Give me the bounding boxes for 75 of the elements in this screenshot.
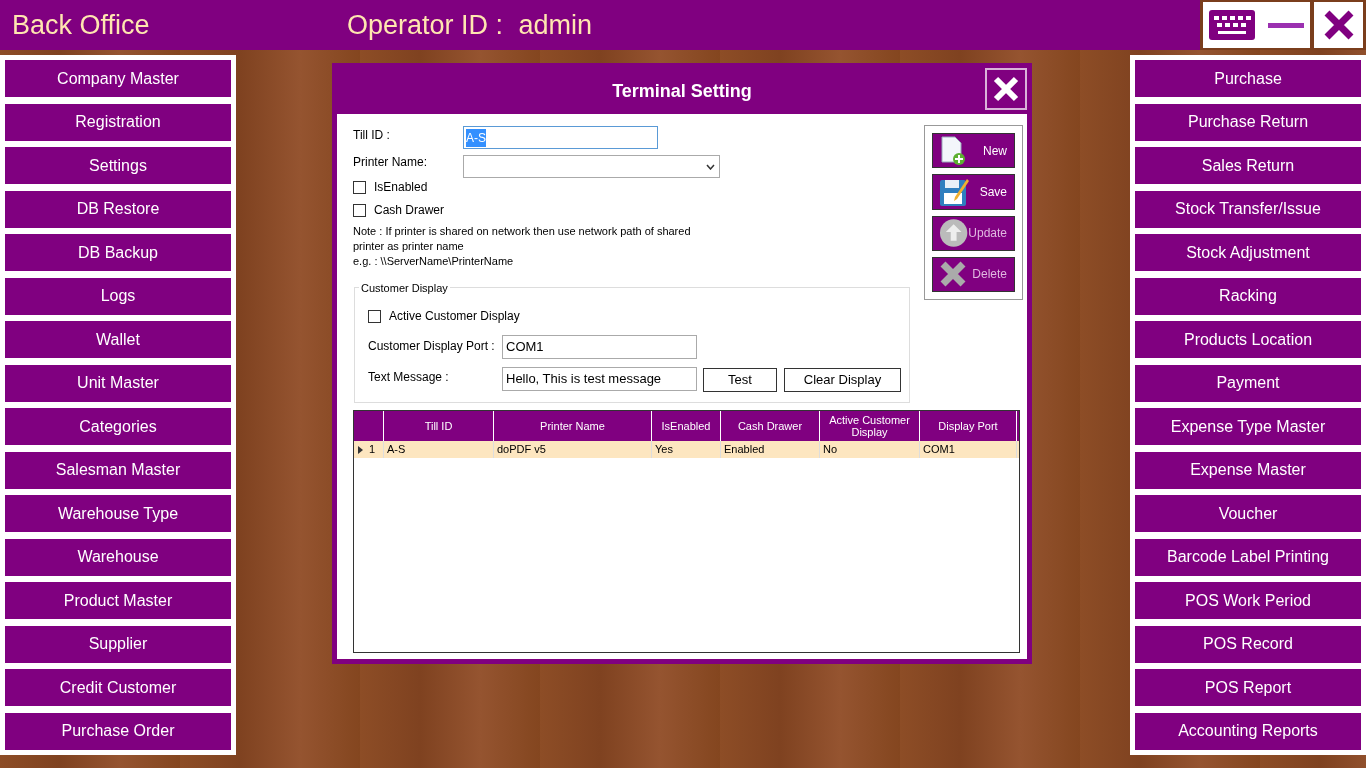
- up-arrow-circle-icon: [939, 218, 969, 249]
- menu-button[interactable]: Wallet: [5, 321, 231, 359]
- menu-button[interactable]: Purchase: [1135, 60, 1361, 97]
- table-cell: COM1: [920, 441, 1017, 458]
- menu-button[interactable]: Voucher: [1135, 495, 1361, 533]
- menu-button[interactable]: Purchase Order: [5, 712, 231, 750]
- operator-name: admin: [518, 8, 593, 42]
- menu-button[interactable]: Accounting Reports: [1135, 712, 1361, 750]
- dialog-title: Terminal Setting: [612, 79, 752, 103]
- app-title: Back Office: [12, 8, 151, 42]
- menu-button[interactable]: DB Backup: [5, 234, 231, 272]
- table-cell: Yes: [652, 441, 721, 458]
- field-label: Text Message :: [368, 369, 449, 386]
- checkbox[interactable]: [353, 203, 366, 217]
- action-button[interactable]: Save: [932, 174, 1015, 210]
- action-button[interactable]: New: [932, 133, 1015, 169]
- close-button[interactable]: [1314, 2, 1363, 48]
- checkbox[interactable]: [353, 180, 366, 194]
- menu-button[interactable]: Barcode Label Printing: [1135, 538, 1361, 576]
- menu-button[interactable]: Logs: [5, 277, 231, 315]
- checkbox-label: Cash Drawer: [374, 202, 445, 219]
- note-text: Note : If printer is shared on network then use network path of shared: [353, 224, 691, 239]
- menu-button[interactable]: Stock Transfer/Issue: [1135, 190, 1361, 228]
- menu-button[interactable]: POS Report: [1135, 669, 1361, 707]
- menu-button[interactable]: POS Record: [1135, 625, 1361, 663]
- note-text: e.g. : \\ServerName\PrinterName: [353, 254, 515, 269]
- checkbox-label: Active Customer Display: [389, 308, 520, 325]
- table-cell: doPDF v5: [494, 441, 652, 458]
- menu-button[interactable]: Expense Master: [1135, 451, 1361, 489]
- menu-button[interactable]: Supplier: [5, 625, 231, 663]
- menu-button[interactable]: Expense Type Master: [1135, 408, 1361, 446]
- menu-button[interactable]: POS Work Period: [1135, 582, 1361, 620]
- table-row[interactable]: 1 A-S doPDF v5 Yes Enabled No COM1: [354, 441, 1019, 458]
- menu-button[interactable]: Warehouse: [5, 538, 231, 576]
- menu-button[interactable]: Products Location: [1135, 321, 1361, 359]
- floppy-pencil-icon: [939, 176, 971, 207]
- menu-button[interactable]: Racking: [1135, 277, 1361, 315]
- table-cell: A-S: [384, 441, 494, 458]
- clear-display-button[interactable]: Clear Display: [784, 368, 901, 392]
- menu-button[interactable]: Company Master: [5, 60, 231, 97]
- menu-button[interactable]: Stock Adjustment: [1135, 234, 1361, 272]
- minimize-icon: [1268, 22, 1304, 28]
- row-number: 1: [369, 442, 376, 458]
- message-field[interactable]: Hello, This is test message: [502, 367, 697, 391]
- menu-button[interactable]: Categories: [5, 408, 231, 446]
- menu-button[interactable]: Registration: [5, 103, 231, 141]
- menu-button[interactable]: Purchase Return: [1135, 103, 1361, 141]
- checkbox-label: IsEnabled: [374, 179, 428, 196]
- x-icon: [939, 260, 967, 289]
- row-pointer-icon: [358, 445, 363, 454]
- menu-button[interactable]: Sales Return: [1135, 147, 1361, 185]
- close-icon: [1322, 9, 1355, 41]
- menu-button[interactable]: Credit Customer: [5, 669, 231, 707]
- table-cell: No: [820, 441, 920, 458]
- port-field[interactable]: COM1: [502, 335, 697, 359]
- operator-label: Operator ID :: [347, 8, 505, 42]
- chevron-down-icon: [706, 163, 715, 170]
- field-label: Customer Display Port :: [368, 338, 495, 355]
- test-button[interactable]: Test: [703, 368, 777, 392]
- menu-button[interactable]: Warehouse Type: [5, 495, 231, 533]
- dialog-close-button[interactable]: [985, 68, 1027, 110]
- keyboard-icon: [1209, 10, 1256, 40]
- menu-button[interactable]: DB Restore: [5, 190, 231, 228]
- menu-button[interactable]: Payment: [1135, 364, 1361, 402]
- checkbox[interactable]: [368, 309, 381, 323]
- table-cell: Enabled: [721, 441, 820, 458]
- menu-button[interactable]: Salesman Master: [5, 451, 231, 489]
- note-text: printer as printer name: [353, 239, 465, 254]
- document-add-icon: [939, 135, 967, 166]
- menu-button[interactable]: Product Master: [5, 582, 231, 620]
- field-label: Till ID :: [353, 127, 390, 144]
- menu-button[interactable]: Unit Master: [5, 364, 231, 402]
- field-label: Printer Name:: [353, 154, 428, 171]
- menu-button[interactable]: Settings: [5, 147, 231, 185]
- close-icon: [993, 76, 1019, 102]
